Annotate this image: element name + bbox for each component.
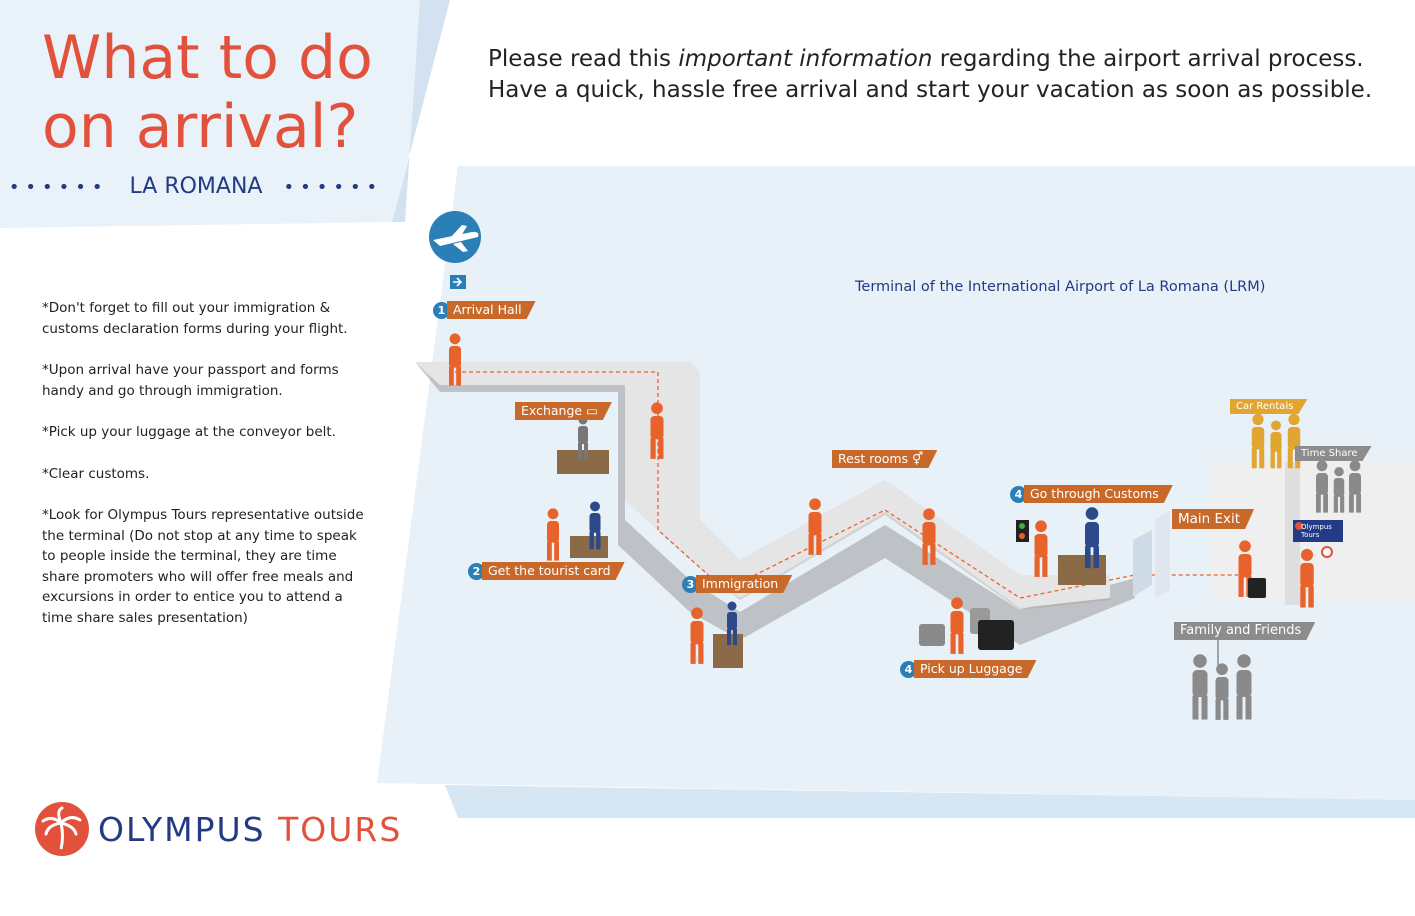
exchange-text: Exchange [521,403,583,418]
label-main-exit: Main Exit [1172,509,1254,529]
olympus-badge-icon [1321,546,1333,558]
arrow-icon [450,275,466,289]
label-rest-rooms: Rest rooms ⚥ [832,450,937,468]
time-share-people [1316,460,1361,513]
olympus-representative [1300,548,1314,608]
traveler [690,607,704,664]
terminal-map [415,211,1361,720]
exchange-desk [557,450,609,474]
label-exchange: Exchange ▭ [515,402,612,420]
palm-tree-logo-icon [35,802,89,856]
plane-icon [429,211,481,263]
label-car-rentals: Car Rentals [1230,399,1307,414]
label-arrival-hall: Arrival Hall [447,301,536,319]
label-tourist-card: Get the tourist card [482,562,625,580]
traveler [1034,520,1048,577]
map-title: Terminal of the International Airport of… [855,279,1266,295]
label-customs: Go through Customs [1024,485,1173,503]
car-rentals-people [1251,413,1301,469]
luggage-icon [1248,578,1266,598]
restroom-icon: ⚥ [912,451,924,466]
luggage-icon [978,620,1014,650]
traveler [547,508,559,561]
door [1133,530,1152,597]
luggage-icon [919,624,945,646]
label-time-share: Time Share [1295,446,1372,461]
tourist-card-desk [570,536,608,558]
label-family-friends: Family and Friends [1174,622,1315,640]
door [1155,510,1170,598]
olympus-sign-text: Olympus Tours [1301,523,1332,539]
brand-wordmark: OLYMPUS TOURS [98,810,402,849]
money-icon: ▭ [586,403,598,418]
traveler [950,597,964,654]
rest-rooms-text: Rest rooms [838,451,909,466]
label-immigration: Immigration [696,575,792,593]
brand-part-1: OLYMPUS [98,810,279,849]
brand-part-2: TOURS [278,810,403,849]
label-luggage: Pick up Luggage [914,660,1036,678]
family-friends-people [1192,654,1252,720]
